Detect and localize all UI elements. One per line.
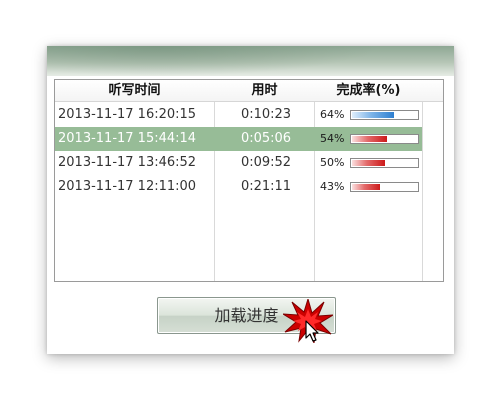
list-row[interactable]: 2013-11-17 16:20:15 0:10:23 64% <box>55 103 422 127</box>
progress-list[interactable]: 听写时间 用时 完成率(%) 2013-11-17 16:20:15 0:10:… <box>54 79 444 282</box>
progress-fill <box>352 136 387 142</box>
row-percent: 50% <box>320 156 345 169</box>
row-time: 2013-11-17 13:46:52 <box>58 155 197 170</box>
row-percent: 43% <box>320 180 345 193</box>
list-row[interactable]: 2013-11-17 12:11:00 0:21:11 43% <box>55 175 422 199</box>
panel-header <box>47 46 454 76</box>
column-divider <box>422 80 423 281</box>
progress-bar <box>350 182 419 192</box>
progress-fill <box>352 160 385 166</box>
progress-bar <box>350 158 419 168</box>
row-time: 2013-11-17 15:44:14 <box>58 131 197 146</box>
list-row[interactable]: 2013-11-17 15:44:14 0:05:06 54% <box>55 127 422 151</box>
progress-bar <box>350 110 419 120</box>
row-duration: 0:09:52 <box>240 155 292 170</box>
row-time: 2013-11-17 16:20:15 <box>58 107 197 122</box>
row-duration: 0:21:11 <box>240 179 292 194</box>
dialog-panel: 听写时间 用时 完成率(%) 2013-11-17 16:20:15 0:10:… <box>47 46 454 354</box>
mouse-pointer-icon <box>305 320 319 342</box>
list-header: 听写时间 用时 完成率(%) <box>55 80 443 102</box>
row-percent: 64% <box>320 108 345 121</box>
column-header-completion[interactable]: 完成率(%) <box>315 80 422 102</box>
row-duration: 0:05:06 <box>240 131 292 146</box>
progress-bar <box>350 134 419 144</box>
column-header-duration[interactable]: 用时 <box>215 80 314 102</box>
row-duration: 0:10:23 <box>240 107 292 122</box>
progress-fill <box>352 112 394 118</box>
list-row[interactable]: 2013-11-17 13:46:52 0:09:52 50% <box>55 151 422 175</box>
column-header-time[interactable]: 听写时间 <box>55 80 214 102</box>
progress-fill <box>352 184 380 190</box>
row-percent: 54% <box>320 132 345 145</box>
row-time: 2013-11-17 12:11:00 <box>58 179 197 194</box>
